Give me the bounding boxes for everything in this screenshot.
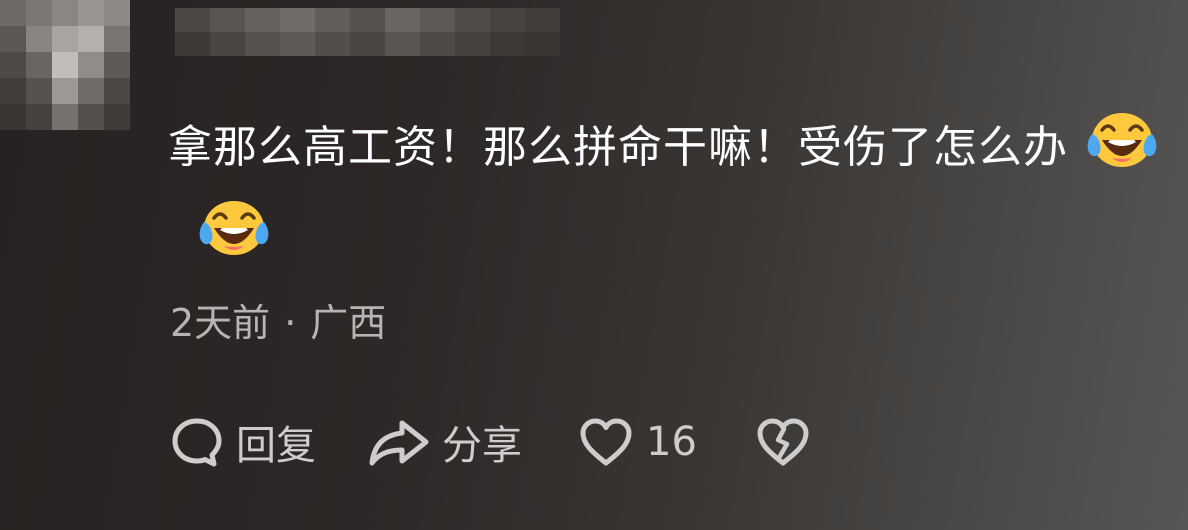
username-mosaic-cell bbox=[490, 32, 525, 56]
avatar-mosaic-cell bbox=[104, 26, 130, 52]
share-arrow-icon bbox=[368, 415, 430, 469]
reply-button[interactable]: 回复 bbox=[170, 413, 316, 471]
avatar-mosaic-cell bbox=[0, 26, 26, 52]
avatar-mosaic-cell bbox=[26, 104, 52, 130]
avatar-mosaic-cell bbox=[52, 0, 78, 26]
laughing-crying-emoji bbox=[1086, 106, 1158, 194]
dislike-button[interactable] bbox=[755, 416, 811, 468]
avatar-mosaic-cell bbox=[26, 0, 52, 26]
username-mosaic-cell bbox=[420, 8, 455, 32]
username-mosaic-cell bbox=[385, 32, 420, 56]
avatar-mosaic-cell bbox=[78, 78, 104, 104]
avatar-mosaic-cell bbox=[104, 104, 130, 130]
comment-action-bar: 回复 分享 16 bbox=[170, 412, 811, 472]
username-mosaic-cell bbox=[315, 8, 350, 32]
like-button[interactable]: 16 bbox=[578, 416, 697, 468]
avatar-mosaic-cell bbox=[0, 104, 26, 130]
username-mosaic-cell bbox=[455, 8, 490, 32]
avatar-mosaic-cell bbox=[104, 0, 130, 26]
username-mosaic-cell bbox=[210, 8, 245, 32]
avatar-mosaic-cell bbox=[78, 52, 104, 78]
comment-timestamp: 2天前 bbox=[170, 301, 271, 345]
avatar-mosaic-cell bbox=[26, 26, 52, 52]
avatar-mosaic-cell bbox=[52, 52, 78, 78]
username-mosaic-cell bbox=[280, 8, 315, 32]
username-mosaic-cell bbox=[420, 32, 455, 56]
username-mosaic-cell bbox=[455, 32, 490, 56]
username[interactable] bbox=[175, 8, 560, 56]
username-mosaic-cell bbox=[385, 8, 420, 32]
laughing-crying-emoji bbox=[198, 194, 270, 282]
avatar-mosaic-cell bbox=[78, 104, 104, 130]
comment-location: 广西 bbox=[310, 301, 387, 345]
avatar-mosaic-cell bbox=[52, 26, 78, 52]
reply-label: 回复 bbox=[236, 423, 316, 469]
username-mosaic-cell bbox=[525, 8, 560, 32]
username-mosaic-cell bbox=[245, 32, 280, 56]
avatar-mosaic-cell bbox=[104, 78, 130, 104]
heart-icon bbox=[578, 416, 634, 468]
username-mosaic-cell bbox=[280, 32, 315, 56]
username-mosaic-cell bbox=[490, 8, 525, 32]
avatar-mosaic-cell bbox=[52, 78, 78, 104]
username-mosaic-cell bbox=[175, 8, 210, 32]
speech-bubble-icon bbox=[170, 415, 224, 469]
avatar-mosaic-cell bbox=[0, 78, 26, 104]
share-button[interactable]: 分享 bbox=[368, 413, 522, 471]
username-mosaic-cell bbox=[210, 32, 245, 56]
avatar-mosaic-cell bbox=[26, 52, 52, 78]
broken-heart-icon bbox=[755, 416, 811, 468]
comment-text: 拿那么高工资！那么拼命干嘛！受伤了怎么办 bbox=[168, 106, 1158, 282]
username-mosaic-cell bbox=[175, 32, 210, 56]
share-label: 分享 bbox=[442, 423, 522, 469]
like-count: 16 bbox=[646, 419, 697, 465]
avatar-mosaic-cell bbox=[78, 0, 104, 26]
avatar-mosaic-cell bbox=[0, 52, 26, 78]
comment-meta: 2天前 · 广西 bbox=[170, 292, 386, 347]
avatar-mosaic-cell bbox=[104, 52, 130, 78]
username-mosaic-cell bbox=[350, 32, 385, 56]
meta-separator: · bbox=[284, 301, 297, 345]
username-mosaic-cell bbox=[315, 32, 350, 56]
username-mosaic-cell bbox=[350, 8, 385, 32]
username-mosaic-cell bbox=[525, 32, 560, 56]
username-mosaic-cell bbox=[245, 8, 280, 32]
avatar-mosaic-cell bbox=[0, 0, 26, 26]
avatar[interactable] bbox=[0, 0, 130, 150]
avatar-mosaic-cell bbox=[52, 104, 78, 130]
avatar-mosaic-cell bbox=[78, 26, 104, 52]
comment-body: 拿那么高工资！那么拼命干嘛！受伤了怎么办 bbox=[168, 122, 1068, 173]
avatar-mosaic-cell bbox=[26, 78, 52, 104]
